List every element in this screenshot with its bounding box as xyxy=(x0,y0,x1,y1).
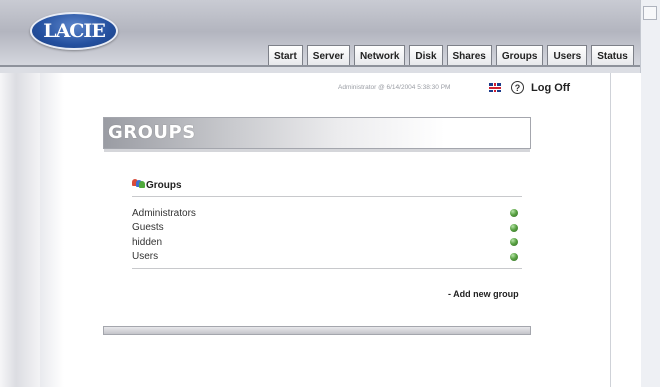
help-icon[interactable]: ? xyxy=(511,81,524,94)
left-rail xyxy=(0,73,41,387)
tab-groups[interactable]: Groups xyxy=(495,45,544,66)
lacie-logo[interactable]: LACIE xyxy=(30,12,118,50)
group-name-guests[interactable]: Guests xyxy=(132,222,164,233)
list-item[interactable]: Guests xyxy=(132,221,522,236)
divider-top xyxy=(132,196,522,197)
main-nav-tabs: Start Server Network Disk Shares Groups … xyxy=(268,45,634,66)
left-rail-shadow xyxy=(40,73,64,387)
groups-icon xyxy=(132,179,145,189)
tab-status[interactable]: Status xyxy=(591,45,634,66)
group-name-hidden[interactable]: hidden xyxy=(132,237,162,248)
edit-group-icon[interactable] xyxy=(510,238,518,247)
right-rail xyxy=(610,73,641,387)
window-scrollbar[interactable] xyxy=(640,0,660,387)
footer-bar xyxy=(103,326,531,335)
logo-text: LACIE xyxy=(43,20,106,42)
divider-bottom xyxy=(132,268,522,269)
list-item[interactable]: Administrators xyxy=(132,206,522,221)
page-title: GROUPS xyxy=(108,122,196,143)
group-name-administrators[interactable]: Administrators xyxy=(132,208,196,219)
edit-group-icon[interactable] xyxy=(510,209,518,218)
group-name-users[interactable]: Users xyxy=(132,251,158,262)
sub-banner xyxy=(0,67,640,73)
section-title: Groups xyxy=(146,180,182,191)
groups-list: Administrators Guests hidden Users xyxy=(132,206,522,264)
tab-network[interactable]: Network xyxy=(353,45,406,66)
tab-shares[interactable]: Shares xyxy=(446,45,492,66)
scroll-arrow-up[interactable] xyxy=(643,6,657,20)
tab-server[interactable]: Server xyxy=(306,45,350,66)
edit-group-icon[interactable] xyxy=(510,223,518,232)
uk-flag-icon[interactable] xyxy=(489,83,501,92)
tab-disk[interactable]: Disk xyxy=(409,45,443,66)
login-status: Administrator @ 6/14/2004 5:38:30 PM xyxy=(338,84,451,91)
logoff-link[interactable]: Log Off xyxy=(531,82,570,94)
add-new-group-link[interactable]: - Add new group xyxy=(448,289,519,299)
tab-start[interactable]: Start xyxy=(268,45,303,66)
edit-group-icon[interactable] xyxy=(510,252,518,261)
list-item[interactable]: Users xyxy=(132,250,522,265)
page-title-box: GROUPS xyxy=(103,117,531,152)
tab-users[interactable]: Users xyxy=(547,45,588,66)
list-item[interactable]: hidden xyxy=(132,235,522,250)
